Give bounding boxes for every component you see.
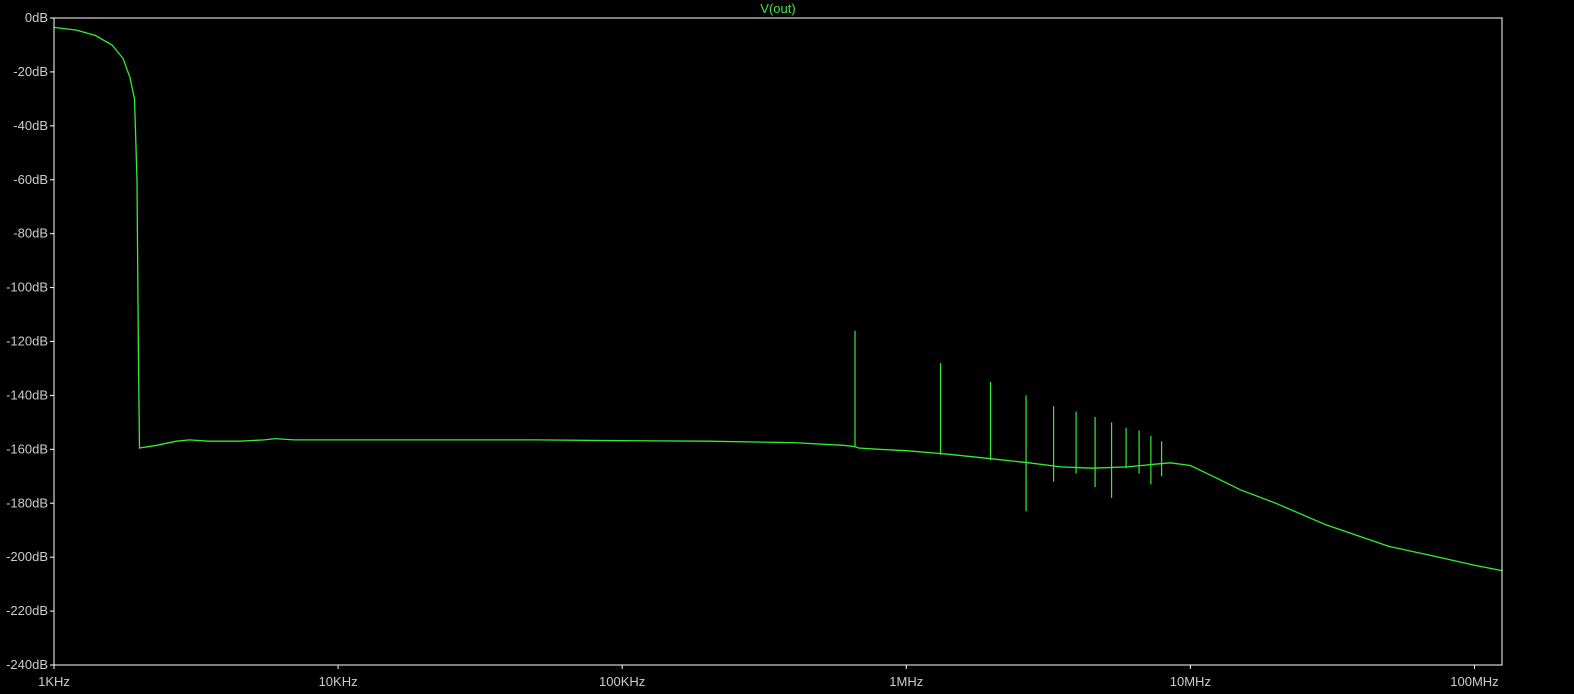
- plot-background: [0, 0, 1574, 694]
- x-tick-label: 1MHz: [889, 674, 923, 689]
- y-tick-label: 0dB: [25, 10, 48, 25]
- y-tick-label: -140dB: [6, 387, 48, 402]
- y-tick-label: -80dB: [13, 226, 48, 241]
- y-tick-label: -180dB: [6, 495, 48, 510]
- y-tick-label: -60dB: [13, 172, 48, 187]
- y-tick-label: -160dB: [6, 441, 48, 456]
- trace-title[interactable]: V(out): [760, 1, 795, 16]
- x-tick-label: 1KHz: [38, 674, 70, 689]
- y-tick-label: -120dB: [6, 334, 48, 349]
- bode-plot[interactable]: V(out) 0dB -20dB -40dB -60dB -80dB -100dB -120…: [0, 0, 1574, 694]
- x-tick-label: 10KHz: [319, 674, 358, 689]
- y-tick-label: -40dB: [13, 118, 48, 133]
- y-tick-label: -220dB: [6, 603, 48, 618]
- x-tick-label: 100KHz: [599, 674, 645, 689]
- y-tick-label: -100dB: [6, 280, 48, 295]
- y-tick-label: -240dB: [6, 657, 48, 672]
- x-tick-label: 100MHz: [1450, 674, 1498, 689]
- y-tick-label: -20dB: [13, 64, 48, 79]
- x-tick-label: 10MHz: [1170, 674, 1211, 689]
- y-tick-label: -200dB: [6, 549, 48, 564]
